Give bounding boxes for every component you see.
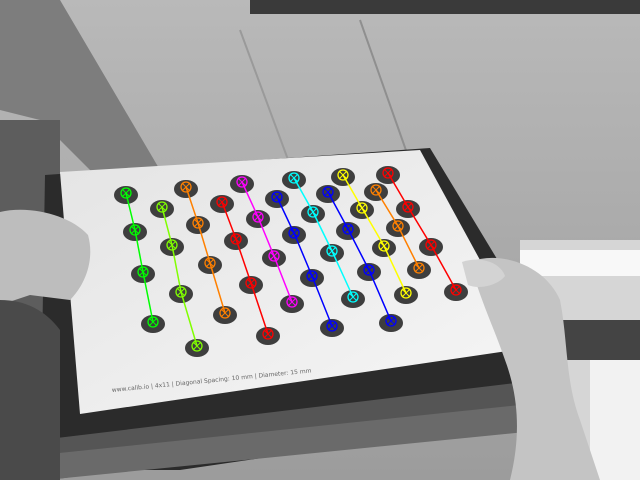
board-dot — [350, 201, 374, 219]
board-dot — [394, 286, 418, 304]
board-dot — [282, 171, 306, 189]
board-dot — [444, 283, 468, 301]
board-dot — [376, 166, 400, 184]
board-dot — [256, 327, 280, 345]
board-dot — [331, 168, 355, 186]
board-dot — [316, 185, 340, 203]
board-dot — [419, 238, 443, 256]
board-dot — [320, 319, 344, 337]
board-dot — [379, 314, 403, 332]
board-dot — [280, 295, 304, 313]
window-light — [520, 250, 640, 276]
calibration-photo: www.calib.io | 4x11 | Diagonal Spacing: … — [0, 0, 640, 480]
board-dot — [230, 175, 254, 193]
board-dot — [372, 239, 396, 257]
ceiling-light-fixture — [250, 0, 640, 14]
board-dot — [320, 244, 344, 262]
board-dot — [213, 306, 237, 324]
board-dot — [282, 226, 306, 244]
board-dot — [407, 261, 431, 279]
board-dot — [141, 315, 165, 333]
board-dot — [246, 210, 270, 228]
left-hand-shadow — [0, 300, 60, 480]
board-dot — [364, 183, 388, 201]
board-dot — [357, 263, 381, 281]
board-dot — [386, 219, 410, 237]
board-dot — [396, 200, 420, 218]
board-dot — [341, 290, 365, 308]
window-frame — [560, 320, 640, 360]
board-dot — [185, 339, 209, 357]
window-frame — [590, 360, 640, 480]
board-dot — [301, 205, 325, 223]
board-dot — [336, 222, 360, 240]
board-dot — [265, 190, 289, 208]
